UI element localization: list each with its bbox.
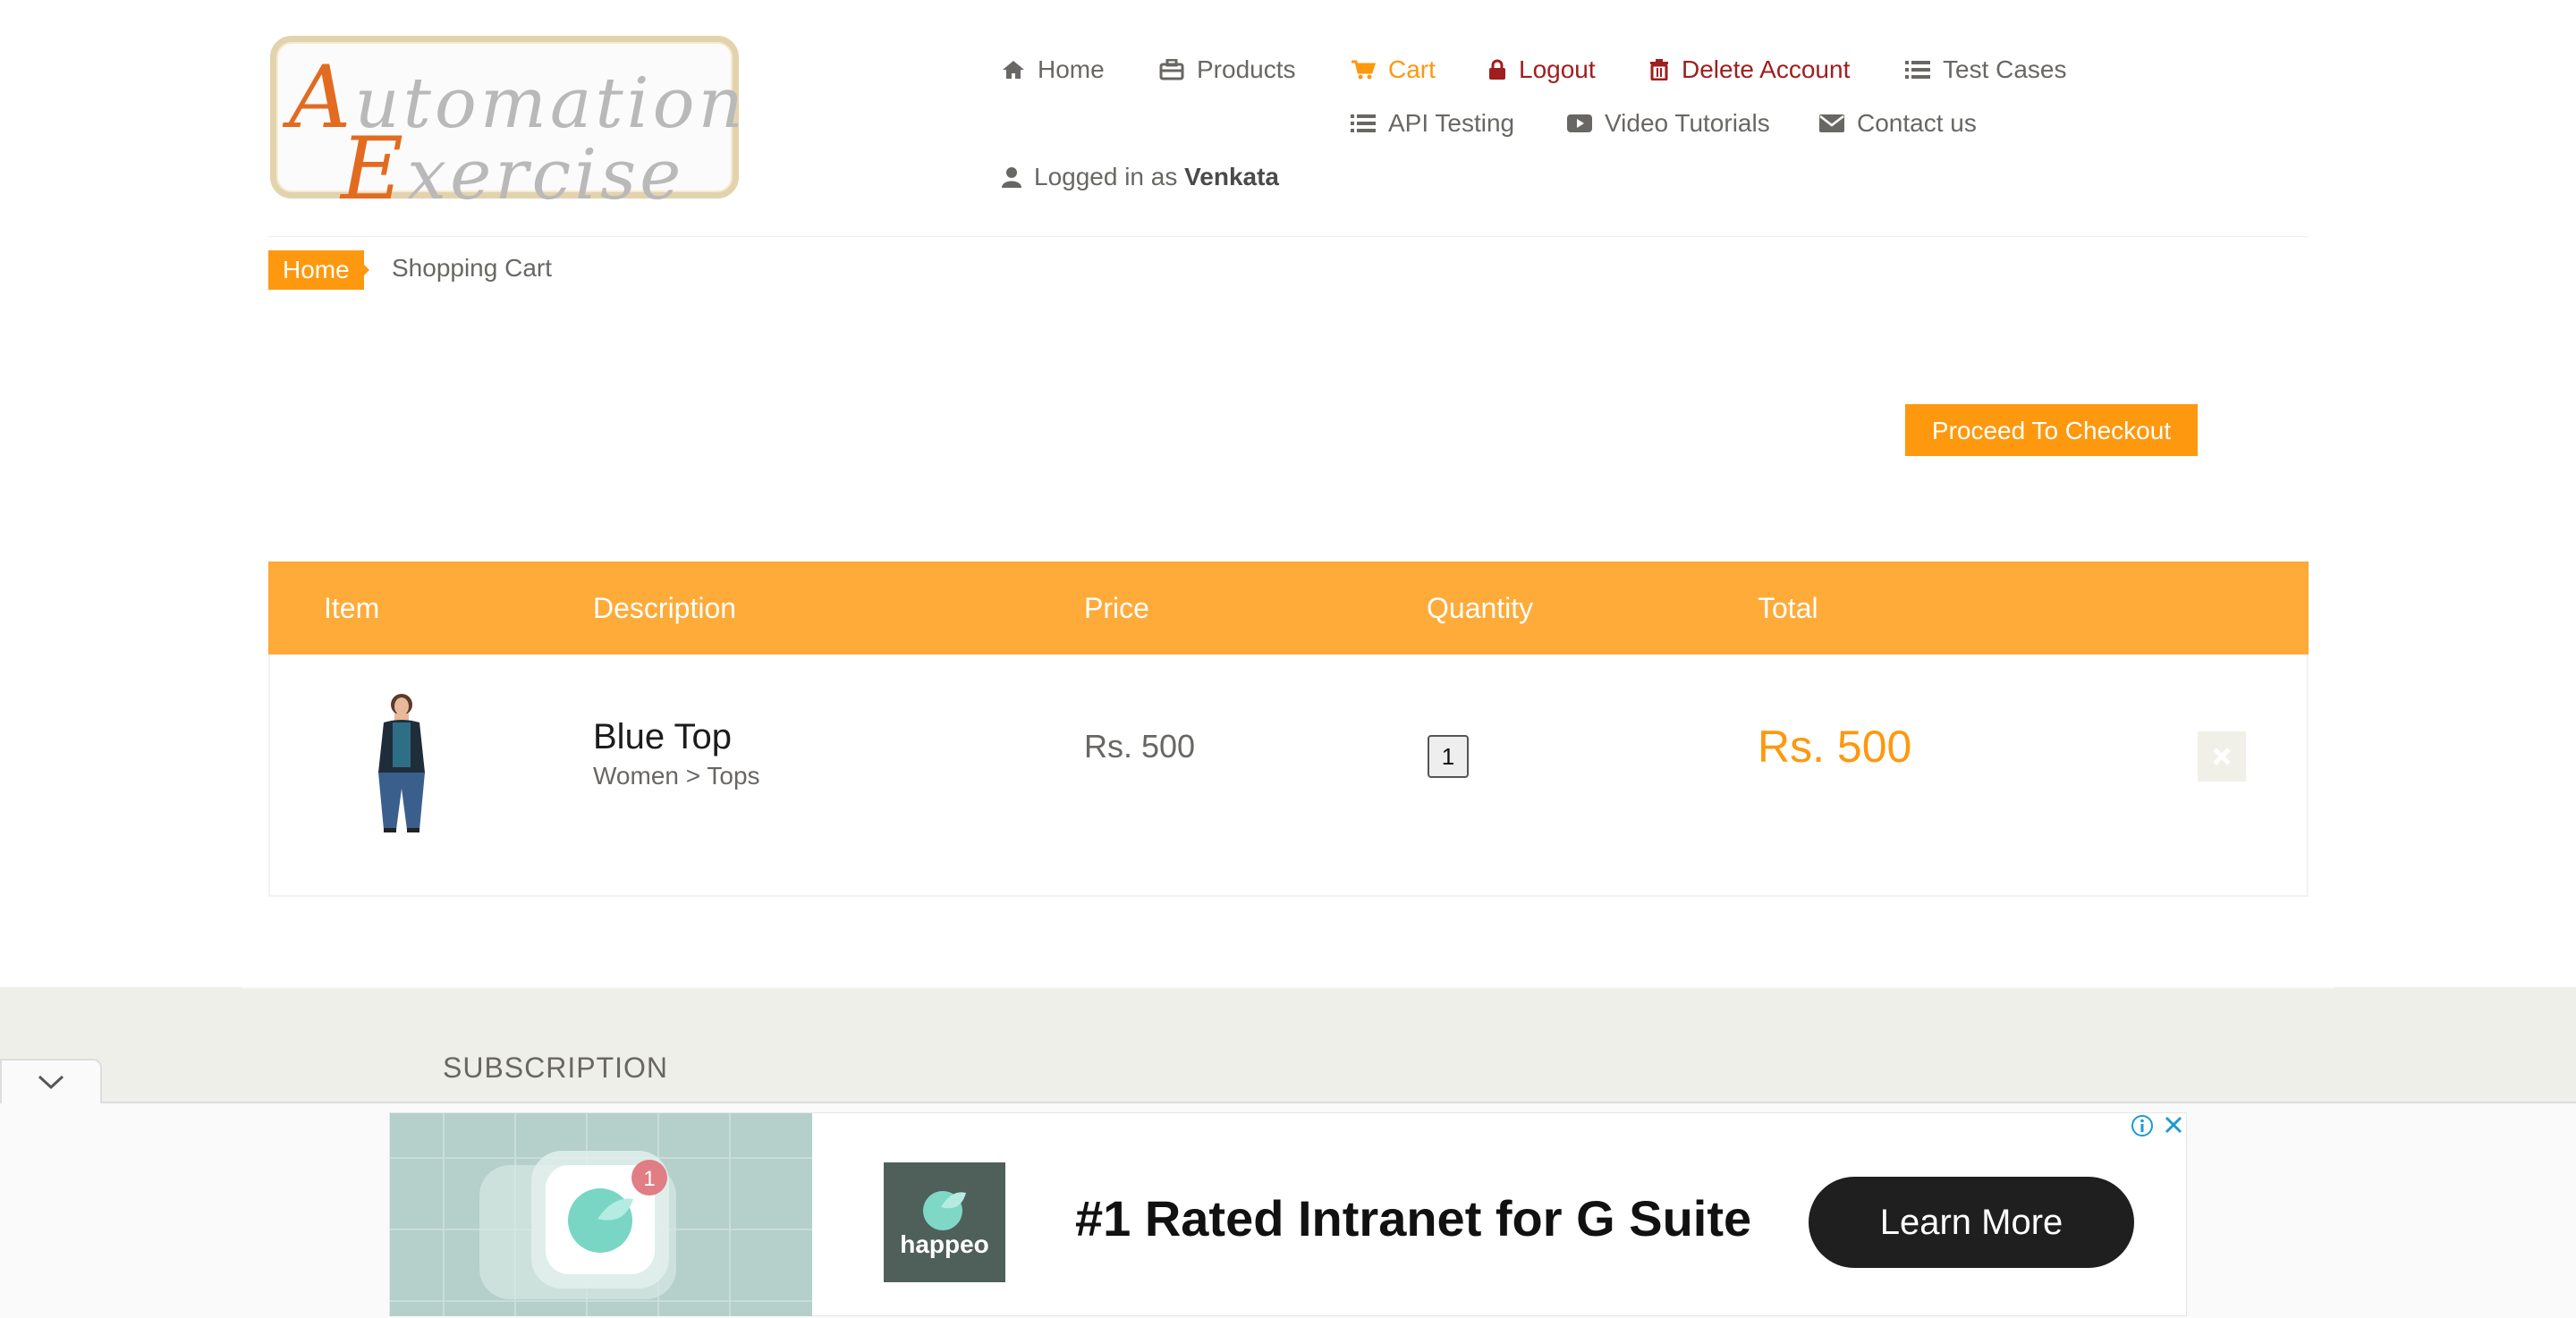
- nav-test-cases-label: Test Cases: [1943, 55, 2067, 83]
- info-icon[interactable]: [2131, 1114, 2154, 1137]
- nav-video-tutorials-label: Video Tutorials: [1605, 109, 1770, 137]
- nav-home[interactable]: Home: [1002, 55, 1105, 84]
- header-description: Description: [593, 592, 737, 624]
- breadcrumb-home[interactable]: Home: [268, 250, 364, 290]
- nav-logout[interactable]: Logout: [1488, 55, 1596, 84]
- breadcrumb-current: Shopping Cart: [392, 254, 553, 282]
- list-icon: [1351, 114, 1376, 132]
- nav-home-label: Home: [1038, 55, 1105, 83]
- nav-api-testing[interactable]: API Testing: [1351, 109, 1514, 138]
- ad-notification-badge: 1: [643, 1167, 655, 1191]
- cart-table-header: [268, 562, 2309, 655]
- envelope-icon: [1819, 114, 1844, 132]
- breadcrumb-arrow: [359, 259, 369, 281]
- site-logo[interactable]: Automation Exercise: [270, 36, 743, 219]
- nav-cart[interactable]: Cart: [1351, 55, 1436, 84]
- header-divider: [268, 236, 2308, 237]
- nav-logout-label: Logout: [1519, 55, 1596, 83]
- cart-icon: [1352, 60, 1376, 80]
- nav-contact-us-label: Contact us: [1857, 109, 1977, 137]
- header-price: Price: [1084, 592, 1149, 624]
- product-image[interactable]: [362, 690, 441, 833]
- product-name[interactable]: Blue Top: [593, 717, 732, 757]
- list-icon: [1905, 61, 1930, 79]
- header-total: Total: [1758, 592, 1818, 624]
- leaf-icon: [923, 1191, 966, 1230]
- lock-icon: [1489, 59, 1505, 80]
- logo-line-2: Exercise: [341, 119, 685, 219]
- ad-close-icon[interactable]: [2163, 1114, 2184, 1136]
- logged-in-status: Logged in as Venkata: [1002, 163, 1279, 191]
- nav-delete-account[interactable]: Delete Account: [1649, 55, 1850, 84]
- nav-products[interactable]: Products: [1159, 55, 1296, 84]
- nav-api-testing-label: API Testing: [1388, 109, 1515, 137]
- delete-item-button[interactable]: [2198, 731, 2246, 782]
- trash-icon: [1650, 59, 1668, 80]
- nav-products-label: Products: [1197, 55, 1296, 83]
- product-category: Women > Tops: [593, 762, 760, 790]
- close-icon: [2213, 748, 2231, 765]
- header-item: Item: [324, 592, 380, 624]
- quantity-box: 1: [1428, 735, 1469, 778]
- ad-collapse-toggle[interactable]: [0, 1059, 102, 1103]
- learn-more-button[interactable]: Learn More: [1809, 1177, 2134, 1268]
- ad-headline: #1 Rated Intranet for G Suite: [1075, 1190, 1752, 1246]
- youtube-icon: [1567, 114, 1592, 132]
- chevron-down-icon: [38, 1075, 64, 1090]
- logged-in-prefix: Logged in as: [1034, 163, 1178, 190]
- header-quantity: Quantity: [1427, 592, 1534, 624]
- nav-contact-us[interactable]: Contact us: [1819, 109, 1977, 138]
- proceed-to-checkout-button[interactable]: Proceed To Checkout: [1905, 404, 2198, 456]
- nav-cart-label: Cart: [1388, 55, 1436, 83]
- nav-delete-account-label: Delete Account: [1682, 55, 1851, 83]
- nav-video-tutorials[interactable]: Video Tutorials: [1567, 109, 1770, 138]
- happeo-logo: [884, 1162, 1005, 1282]
- product-price: Rs. 500: [1084, 728, 1196, 765]
- nav-test-cases[interactable]: Test Cases: [1905, 55, 2067, 84]
- subscription-title: SUBSCRIPTION: [443, 1052, 669, 1084]
- home-icon: [1003, 61, 1024, 79]
- user-icon: [1002, 167, 1021, 188]
- footer-divider: [242, 987, 2334, 989]
- briefcase-icon: [1159, 59, 1184, 80]
- ad-illustration: 1: [390, 1113, 812, 1316]
- username: Venkata: [1184, 163, 1279, 190]
- product-total: Rs. 500: [1758, 722, 1912, 772]
- happeo-brand-text: happeo: [900, 1230, 989, 1258]
